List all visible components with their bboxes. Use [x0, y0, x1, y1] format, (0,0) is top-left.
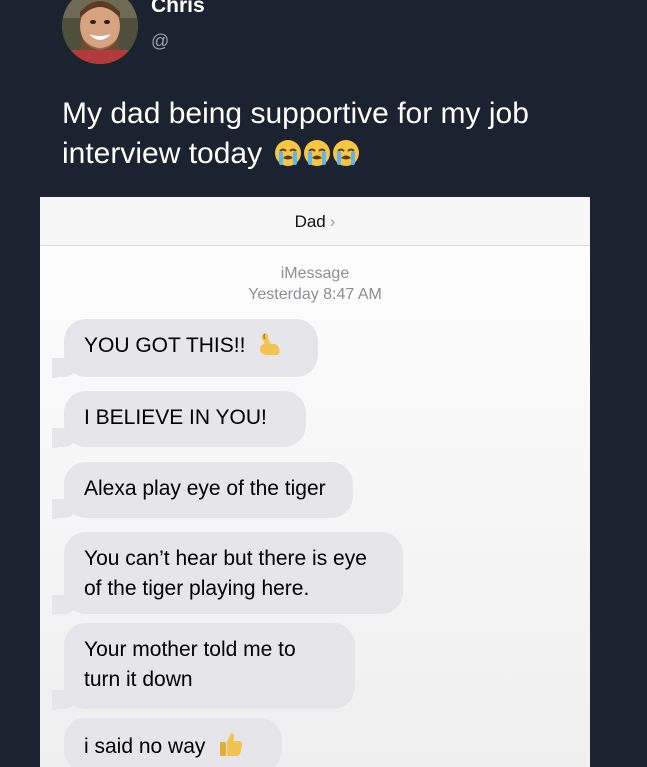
loudly-crying-face-icon	[304, 140, 331, 166]
loudly-crying-face-icon	[275, 140, 302, 166]
message-text: I BELIEVE IN YOU!	[84, 406, 267, 429]
message-bubble[interactable]: I BELIEVE IN YOU!	[52, 391, 306, 448]
message-text: Alexa play eye of the tiger	[84, 477, 326, 500]
post-header: Chris @	[0, 0, 647, 70]
thumbs-up-icon	[217, 730, 245, 767]
flexed-biceps-icon	[257, 331, 283, 366]
message-timestamp: Yesterday 8:47 AM	[248, 286, 382, 303]
loudly-crying-face-icon	[333, 140, 360, 166]
messages-screenshot: Dad › iMessage Yesterday 8:47 AM YOU GOT …	[40, 197, 590, 767]
avatar-photo-icon	[62, 0, 138, 64]
author-handle[interactable]: @	[151, 31, 169, 52]
message-text: You can’t hear but there is eye of the t…	[84, 547, 367, 600]
author-name[interactable]: Chris	[151, 0, 205, 18]
contact-name[interactable]: Dad	[295, 212, 326, 231]
message-bubble[interactable]: YOU GOT THIS!!	[52, 319, 318, 378]
message-bubble[interactable]: Alexa play eye of the tiger	[52, 462, 353, 519]
message-text: YOU GOT THIS!!	[84, 334, 246, 357]
post-text: My dad being supportive for my job inter…	[62, 94, 592, 174]
contact-name-row[interactable]: Dad ›	[40, 212, 590, 232]
message-bubble[interactable]: You can’t hear but there is eye of the t…	[52, 532, 403, 615]
message-text: Your mother told me to turn it down	[84, 638, 296, 691]
service-label: iMessage	[280, 265, 350, 282]
conversation-header: Dad ›	[40, 197, 590, 246]
avatar[interactable]	[62, 0, 138, 64]
message-bubble[interactable]: Your mother told me to turn it down	[52, 623, 355, 710]
chevron-right-icon[interactable]: ›	[330, 212, 336, 231]
message-text: i said no way	[84, 735, 206, 758]
emoji-group	[274, 139, 360, 167]
message-bubble[interactable]: i said no way	[64, 718, 282, 767]
